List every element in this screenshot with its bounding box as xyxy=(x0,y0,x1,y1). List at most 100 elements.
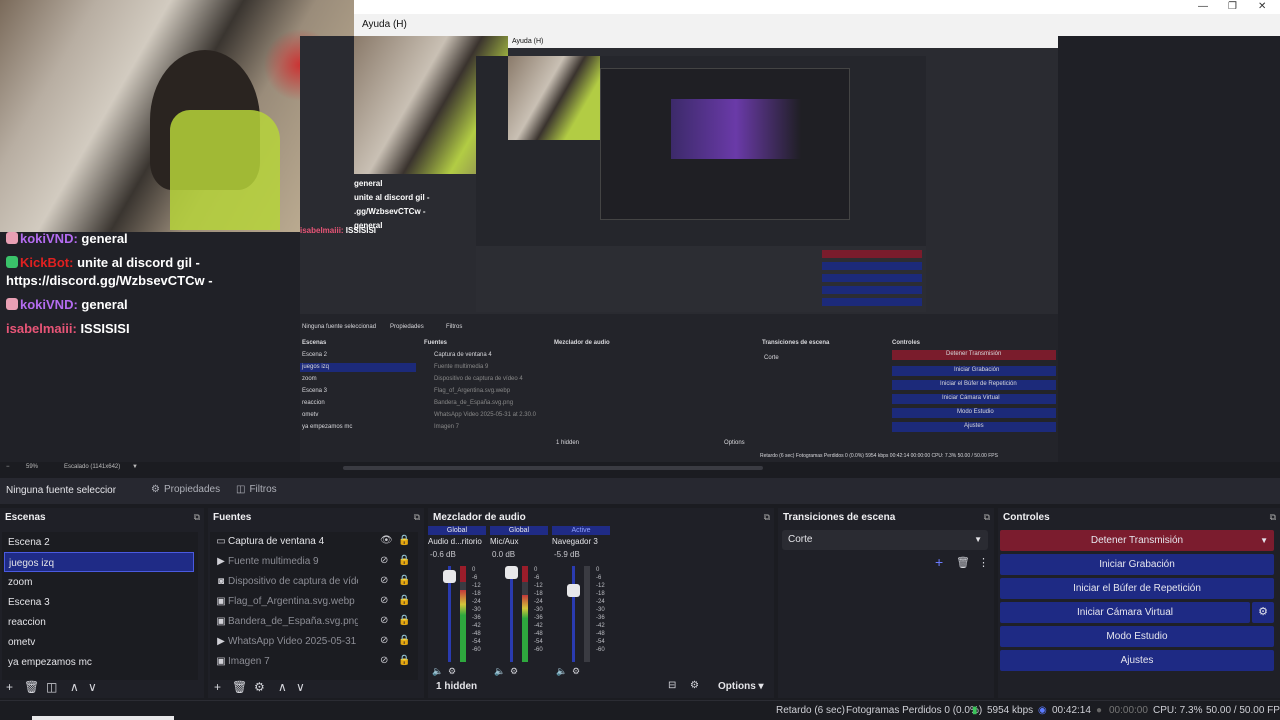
lock-icon[interactable]: 🔒 xyxy=(398,575,410,586)
preview-scrollbar[interactable] xyxy=(343,466,763,470)
chevron-down-icon[interactable]: ▼ xyxy=(1260,530,1268,551)
scale-tick: -60 xyxy=(472,647,481,653)
studio-mode-button[interactable]: Modo Estudio xyxy=(1000,626,1274,647)
fader-knob[interactable] xyxy=(443,570,456,584)
scene-item[interactable]: ya empezamos mc xyxy=(4,652,194,672)
trash-icon[interactable]: 🗑 xyxy=(956,556,970,569)
lock-icon[interactable]: 🔒 xyxy=(398,595,410,606)
eye-off-icon[interactable]: ⊘ xyxy=(380,615,388,626)
fps: 50.00 / 50.00 FPS xyxy=(1206,705,1280,716)
channel-name[interactable]: Mic/Aux xyxy=(490,537,552,546)
filters-button[interactable]: ◫ Filtros xyxy=(236,484,277,495)
options-button[interactable]: Options ▾ xyxy=(718,681,764,692)
restore-icon[interactable]: ❐ xyxy=(1228,1,1237,12)
virtual-camera-button[interactable]: Iniciar Cámara Virtual xyxy=(1000,602,1250,623)
zoom-level[interactable]: 59% xyxy=(26,464,38,470)
eye-off-icon[interactable]: ⊘ xyxy=(380,555,388,566)
gear-icon[interactable]: ⚙ xyxy=(690,680,699,691)
eye-off-icon[interactable]: ⊘ xyxy=(380,655,388,666)
zoom-out-icon[interactable]: − xyxy=(6,464,10,470)
nested-chat-line: general xyxy=(354,179,383,188)
start-recording-button[interactable]: Iniciar Grabación xyxy=(1000,554,1274,575)
more-icon[interactable]: ⋮ xyxy=(978,556,989,569)
chevron-down-icon[interactable]: ▼ xyxy=(132,464,138,470)
lock-icon[interactable]: 🔒 xyxy=(398,555,410,566)
virtual-camera-settings-icon[interactable]: ⚙ xyxy=(1252,602,1274,623)
eye-icon[interactable]: 👁 xyxy=(380,535,393,546)
source-item[interactable]: ◙ Dispositivo de captura de vídeo 4 ⊘ 🔒 xyxy=(212,572,410,592)
add-scene-icon[interactable]: + xyxy=(6,680,13,694)
channel-name[interactable]: Audio d...ritorio xyxy=(428,537,490,546)
minimize-icon[interactable]: — xyxy=(1198,1,1208,12)
chevron-up-icon[interactable]: ∧ xyxy=(278,680,287,694)
chevron-down-icon[interactable]: ∨ xyxy=(88,680,97,694)
menu-ayuda[interactable]: Ayuda (H) xyxy=(362,19,407,30)
nested-obs-ui: Ninguna fuente seleccionad Propiedades F… xyxy=(300,314,1058,462)
scale-tick: 0 xyxy=(472,567,476,573)
add-transition-icon[interactable]: + xyxy=(935,554,943,570)
popout-icon[interactable]: ⧉ xyxy=(764,512,770,523)
filter-icon[interactable]: ◫ xyxy=(46,680,57,694)
chevron-up-icon[interactable]: ∧ xyxy=(70,680,79,694)
meter-scale: 0 -6 -12 -18 -24 -30 -36 -42 -48 -54 -60 xyxy=(472,566,481,654)
transition-select[interactable]: Corte ▼ xyxy=(782,530,988,550)
preview-canvas[interactable]: kokiVND: general KickBot: unite al disco… xyxy=(0,0,1280,462)
gear-icon[interactable]: ⚙ xyxy=(254,680,265,694)
chevron-down-icon[interactable]: ∨ xyxy=(296,680,305,694)
source-item[interactable]: ▣ Imagen 7 ⊘ 🔒 xyxy=(212,652,410,672)
source-item[interactable]: ▶ Fuente multimedia 9 ⊘ 🔒 xyxy=(212,552,410,572)
mixer-channel: Active Navegador 3 -5.9 dB 🔈 ⚙ 0 -6 -12 -18 -24 -3… xyxy=(552,526,610,676)
delay-status: Retardo (6 sec) xyxy=(776,705,845,716)
lock-icon[interactable]: 🔒 xyxy=(398,615,410,626)
source-label: Flag_of_Argentina.svg.webp xyxy=(228,596,355,607)
eye-off-icon[interactable]: ⊘ xyxy=(380,595,388,606)
source-item[interactable]: ▣ Flag_of_Argentina.svg.webp ⊘ 🔒 xyxy=(212,592,410,612)
fader-knob[interactable] xyxy=(505,566,518,579)
eye-off-icon[interactable]: ⊘ xyxy=(380,635,388,646)
replay-buffer-button[interactable]: Iniciar el Búfer de Repetición xyxy=(1000,578,1274,599)
scale-tick: -54 xyxy=(472,639,481,645)
trash-icon[interactable]: 🗑 xyxy=(24,680,39,694)
lock-icon[interactable]: 🔒 xyxy=(398,635,410,646)
popout-icon[interactable]: ⧉ xyxy=(414,512,420,523)
popout-icon[interactable]: ⧉ xyxy=(1270,512,1276,523)
source-label: Bandera_de_España.svg.png xyxy=(228,616,358,627)
hidden-count[interactable]: 1 hidden xyxy=(436,681,477,692)
lock-icon[interactable]: 🔒 xyxy=(398,535,410,546)
scene-item[interactable]: reaccion xyxy=(4,612,194,632)
eye-off-icon[interactable]: ⊘ xyxy=(380,575,388,586)
source-item[interactable]: ▣ Bandera_de_España.svg.png ⊘ 🔒 xyxy=(212,612,410,632)
close-icon[interactable]: ✕ xyxy=(1258,1,1266,12)
sources-dock: Fuentes ⧉ ▭ Captura de ventana 4 👁 🔒 ▶ F… xyxy=(208,508,424,698)
channel-db: -0.6 dB xyxy=(430,550,456,559)
chat-line: https://discord.gg/WzbsevCTCw - xyxy=(6,273,213,288)
add-source-icon[interactable]: + xyxy=(214,680,221,694)
properties-button[interactable]: ⚙ Propiedades xyxy=(151,484,220,495)
source-label: Dispositivo de captura de vídeo 4 xyxy=(228,576,358,587)
layout-icon[interactable]: ⊟ xyxy=(668,680,676,691)
image-icon: ▣ xyxy=(216,616,226,627)
lock-icon[interactable]: 🔒 xyxy=(398,655,410,666)
source-item[interactable]: ▭ Captura de ventana 4 👁 🔒 xyxy=(212,532,410,552)
scene-item[interactable]: zoom xyxy=(4,572,194,592)
dock-title: Fuentes xyxy=(213,512,252,523)
popout-icon[interactable]: ⧉ xyxy=(984,512,990,523)
scale-mode[interactable]: Escalado (1141x642) xyxy=(64,464,120,470)
volume-fader[interactable] xyxy=(572,566,575,662)
source-item[interactable]: ▶ WhatsApp Video 2025-05-31 at 2.30.0( ⊘… xyxy=(212,632,410,652)
scene-item[interactable]: juegos izq xyxy=(4,552,194,572)
fader-knob[interactable] xyxy=(567,584,580,598)
volume-fader[interactable] xyxy=(510,566,513,662)
channel-header: Global xyxy=(428,526,486,535)
scene-item[interactable]: ometv xyxy=(4,632,194,652)
trash-icon[interactable]: 🗑 xyxy=(232,680,247,694)
stream-time: 00:42:14 xyxy=(1052,705,1091,716)
stop-stream-button[interactable]: Detener Transmisión ▼ xyxy=(1000,530,1274,551)
record-icon: ● xyxy=(1096,705,1103,716)
scene-item[interactable]: Escena 2 xyxy=(4,532,194,552)
channel-name[interactable]: Navegador 3 xyxy=(552,537,614,546)
level-meter xyxy=(460,566,466,662)
popout-icon[interactable]: ⧉ xyxy=(194,512,200,523)
settings-button[interactable]: Ajustes xyxy=(1000,650,1274,671)
scene-item[interactable]: Escena 3 xyxy=(4,592,194,612)
